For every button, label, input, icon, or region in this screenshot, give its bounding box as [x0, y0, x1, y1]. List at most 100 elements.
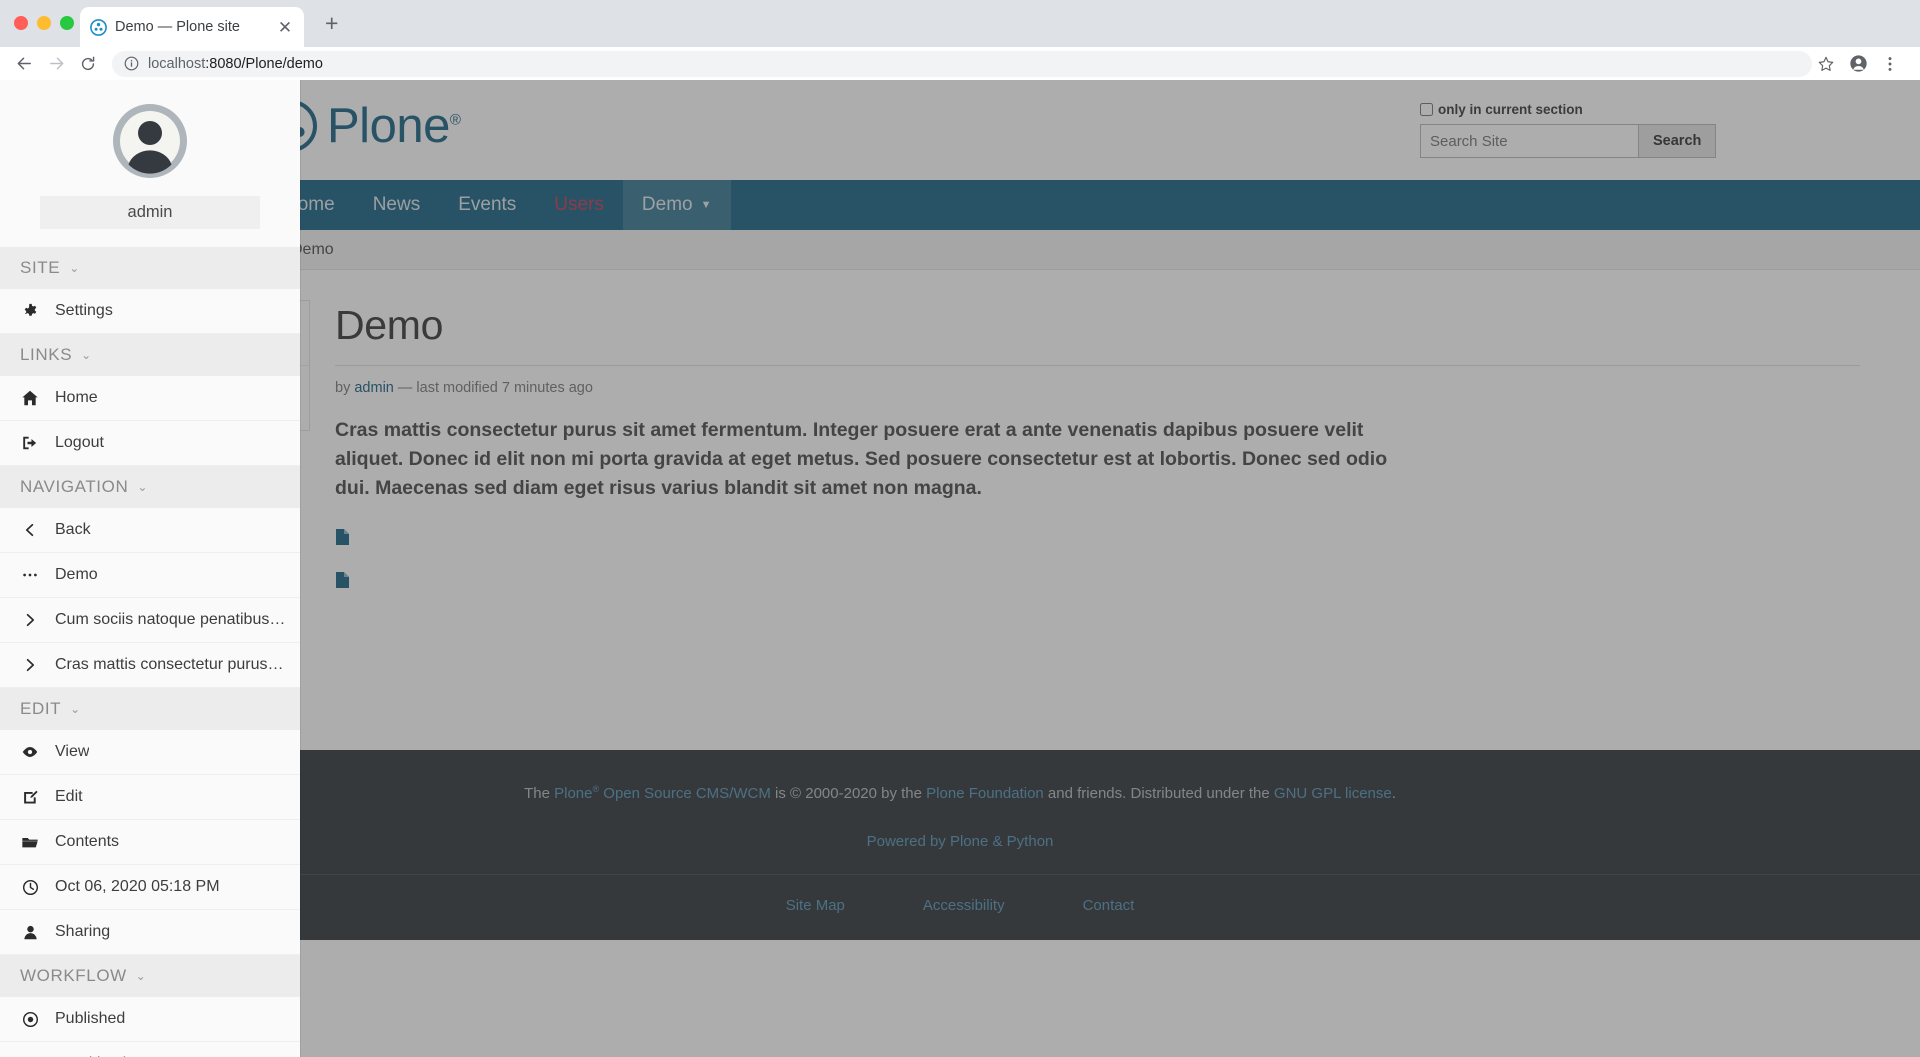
chevron-down-icon[interactable]: ⌄ — [70, 702, 81, 716]
minimize-window-button[interactable] — [37, 16, 51, 30]
sidebar-item-published[interactable]: Published — [0, 997, 300, 1042]
back-arrow-icon[interactable] — [8, 50, 40, 78]
nav-item-label: Demo — [641, 194, 693, 215]
chevron-right-icon — [20, 657, 40, 673]
nav-item-demo[interactable]: Demo ▼ — [622, 180, 731, 230]
sidebar-item-home[interactable]: Home — [0, 376, 300, 421]
sidebar-section-workflow[interactable]: WORKFLOW ⌄ — [0, 955, 300, 997]
chevron-down-icon[interactable]: ⌄ — [69, 261, 80, 275]
main-content: Demo by admin — last modified 7 minutes … — [330, 270, 1920, 710]
only-current-section-checkbox[interactable] — [1420, 103, 1433, 116]
sidebar-item-label: Sharing — [55, 923, 111, 940]
footer-link-site-map[interactable]: Site Map — [786, 897, 845, 914]
sidebar-section-site[interactable]: SITE ⌄ — [0, 247, 300, 289]
sidebar-item-oct-06-2020-05-18-pm[interactable]: Oct 06, 2020 05:18 PM — [0, 865, 300, 910]
reload-icon[interactable] — [72, 50, 104, 78]
sidebar-item-label: Back — [55, 521, 91, 538]
sidebar-section-title: EDIT — [20, 699, 62, 718]
gnu-gpl-license-link[interactable]: GNU GPL license — [1274, 785, 1392, 802]
plone-cms-link[interactable]: Plone® Open Source CMS/WCM — [554, 784, 771, 802]
chevron-down-icon[interactable]: ⌄ — [137, 480, 148, 494]
radio-dot-icon — [20, 1011, 40, 1028]
sidebar-item-label: Published — [55, 1010, 126, 1027]
search-button[interactable]: Search — [1638, 124, 1717, 158]
footer-link-contact[interactable]: Contact — [1083, 897, 1135, 914]
cms-wcm-text: Open Source CMS/WCM — [599, 785, 771, 802]
copy-mid2: and friends. Distributed under the — [1043, 785, 1274, 802]
sidebar-item-demo[interactable]: Demo — [0, 553, 300, 598]
toolbar-right-actions — [1812, 50, 1914, 78]
forward-arrow-icon[interactable] — [40, 50, 72, 78]
site-search: only in current section Search — [1420, 102, 1717, 158]
ellipsis-icon — [20, 566, 40, 584]
sidebar-section-edit[interactable]: EDIT ⌄ — [0, 688, 300, 730]
nav-item-users[interactable]: Users — [535, 180, 623, 230]
sidebar-item-cras-mattis-consectetur-purus-s[interactable]: Cras mattis consectetur purus s... — [0, 643, 300, 688]
sidebar-item-edit[interactable]: Edit — [0, 775, 300, 820]
sidebar-item-view[interactable]: View — [0, 730, 300, 775]
three-dot-menu-icon[interactable] — [1876, 50, 1904, 78]
address-bar[interactable]: localhost:8080/Plone/demo — [112, 50, 1812, 77]
content-item-header — [335, 571, 1860, 589]
new-tab-button[interactable]: + — [325, 12, 338, 35]
powered-by-link[interactable]: Powered by Plone & Python — [867, 833, 1054, 850]
sidebar-item-send-back[interactable]: Send back — [0, 1042, 300, 1057]
close-window-button[interactable] — [14, 16, 28, 30]
nav-item-news[interactable]: News — [354, 180, 440, 230]
footer-link-accessibility[interactable]: Accessibility — [923, 897, 1005, 914]
logout-icon — [20, 434, 40, 452]
logo-word: Plone — [327, 98, 450, 153]
site-info-icon[interactable] — [124, 56, 139, 71]
chevron-down-icon[interactable]: ⌄ — [136, 969, 147, 983]
sidebar-item-back[interactable]: Back — [0, 508, 300, 553]
chevron-down-icon[interactable]: ▼ — [701, 199, 712, 211]
gear-icon — [20, 303, 40, 320]
sidebar-item-label: Demo — [55, 566, 98, 583]
plone-foundation-link[interactable]: Plone Foundation — [926, 785, 1044, 802]
sidebar-item-contents[interactable]: Contents — [0, 820, 300, 865]
profile-avatar-icon[interactable] — [1844, 50, 1872, 78]
content-item-list — [335, 528, 1860, 589]
copy-end: . — [1391, 785, 1396, 802]
document-byline: by admin — last modified 7 minutes ago — [335, 380, 1860, 396]
pencil-square-icon — [20, 789, 40, 806]
sidebar-item-sharing[interactable]: Sharing — [0, 910, 300, 955]
clock-icon — [20, 879, 40, 896]
plone-favicon-icon — [90, 18, 107, 36]
browser-tab[interactable]: Demo — Plone site ✕ — [80, 7, 304, 47]
sidebar-item-logout[interactable]: Logout — [0, 421, 300, 466]
eye-icon — [20, 743, 40, 761]
document-icon — [335, 571, 350, 589]
sidebar-username[interactable]: admin — [40, 196, 260, 229]
browser-toolbar: localhost:8080/Plone/demo — [0, 47, 1920, 80]
sidebar-section-title: SITE — [20, 258, 61, 277]
document-description: Cras mattis consectetur purus sit amet f… — [335, 419, 1388, 499]
search-input[interactable] — [1420, 124, 1638, 158]
registered-mark: ® — [449, 111, 461, 129]
sidebar-section-navigation[interactable]: NAVIGATION ⌄ — [0, 466, 300, 508]
page-viewport: Plone® only in current section Search Ho… — [0, 80, 1920, 1057]
sidebar-item-label: Edit — [55, 788, 83, 805]
chevron-down-icon[interactable]: ⌄ — [81, 348, 92, 362]
plone-toolbar-sidebar: admin SITE ⌄ Settings LINKS ⌄ Home Logout NAVIG… — [0, 80, 300, 1057]
chevron-left-icon — [20, 522, 40, 538]
copy-pre: The — [524, 785, 555, 802]
sidebar-item-cum-sociis-natoque-penatibus-e[interactable]: Cum sociis natoque penatibus e... — [0, 598, 300, 643]
sidebar-item-settings[interactable]: Settings — [0, 289, 300, 334]
close-tab-icon[interactable]: ✕ — [276, 19, 294, 36]
sidebar-item-label: Logout — [55, 434, 104, 451]
maximize-window-button[interactable] — [60, 16, 74, 30]
search-scope-option[interactable]: only in current section — [1420, 102, 1692, 117]
search-row: Search — [1420, 124, 1717, 158]
byline-prefix: by — [335, 380, 351, 396]
byline-author-link[interactable]: admin — [354, 380, 394, 396]
site-logo-text: Plone® — [327, 98, 461, 153]
byline-suffix: — last modified 7 minutes ago — [397, 380, 593, 396]
nav-item-events[interactable]: Events — [439, 180, 535, 230]
sidebar-section-links[interactable]: LINKS ⌄ — [0, 334, 300, 376]
url-host: localhost — [148, 55, 206, 72]
sidebar-section-title: LINKS — [20, 345, 73, 364]
nav-item-label: News — [372, 194, 421, 215]
star-icon[interactable] — [1812, 50, 1840, 78]
tab-strip: Demo — Plone site ✕ + — [0, 0, 1920, 47]
